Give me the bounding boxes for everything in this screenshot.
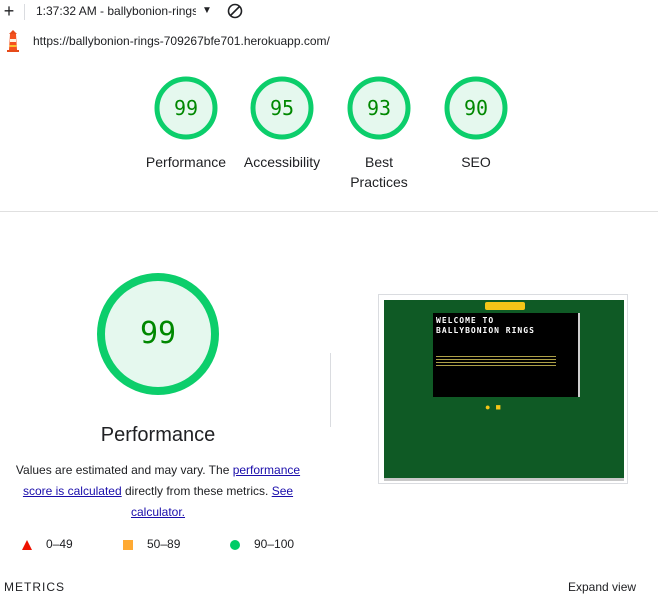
gauge-score: 95 [269,96,295,120]
gauge-label: SEO [461,154,491,170]
caret-down-icon[interactable]: ▼ [202,5,212,16]
plus-icon[interactable]: + [2,1,16,21]
gauge-seo[interactable]: 90 SEO [426,76,526,172]
toolbar-divider [24,4,25,20]
note-text: Values are estimated and may vary. The [15,463,233,477]
gauge-best-practices[interactable]: 93 Best Practices [329,76,429,192]
instagram-icon: ■ [495,402,501,412]
legend-range: 90–100 [254,537,295,551]
final-screenshot[interactable]: WELCOME TO BALLYBONION RINGS ● ■ [378,294,628,484]
report-select[interactable]: 1:37:32 AM - ballybonion-rings [36,4,196,18]
legend-range: 0–49 [46,537,73,551]
gauge-score: 93 [366,96,392,120]
gauge-accessibility[interactable]: 95 Accessibility [232,76,332,172]
lighthouse-icon [7,30,19,52]
performance-score: 99 [139,316,177,351]
performance-title: Performance [100,424,216,446]
note-text: directly from these metrics. [121,484,272,498]
legend-fail: 0–49 [22,537,73,551]
legend-pass: 90–100 [230,537,294,551]
page-url[interactable]: https://ballybonion-rings-709267bfe701.h… [33,34,330,48]
gauge-performance[interactable]: 99 Performance [136,76,236,172]
gauge-score: 99 [173,96,199,120]
report-toolbar: + 1:37:32 AM - ballybonion-rings ▼ [0,0,658,24]
github-icon: ● [485,402,491,412]
triangle-icon [22,539,32,550]
gauge-label: Performance [145,154,227,170]
gauge-label: Best Practices [350,154,408,190]
gauge-score: 90 [463,96,489,120]
screenshot-nav-button [485,302,525,310]
gauge-label: Accessibility [243,154,321,170]
block-icon[interactable] [227,3,243,19]
legend-average: 50–89 [123,537,180,551]
estimate-note: Values are estimated and may vary. The p… [8,460,308,523]
square-icon [123,539,133,550]
legend-range: 50–89 [147,537,181,551]
circle-icon [230,539,240,550]
screenshot-page: WELCOME TO BALLYBONION RINGS ● ■ [384,300,624,478]
url-bar: https://ballybonion-rings-709267bfe701.h… [0,28,658,54]
section-divider [0,211,658,212]
screenshot-hero: WELCOME TO BALLYBONION RINGS [433,313,580,397]
screenshot-social-icons: ● ■ [485,402,525,412]
screenshot-heading: WELCOME TO BALLYBONION RINGS [436,316,535,335]
screenshot-scrollbar [384,478,624,481]
vertical-divider [330,353,331,427]
screenshot-text-lines [436,356,556,368]
